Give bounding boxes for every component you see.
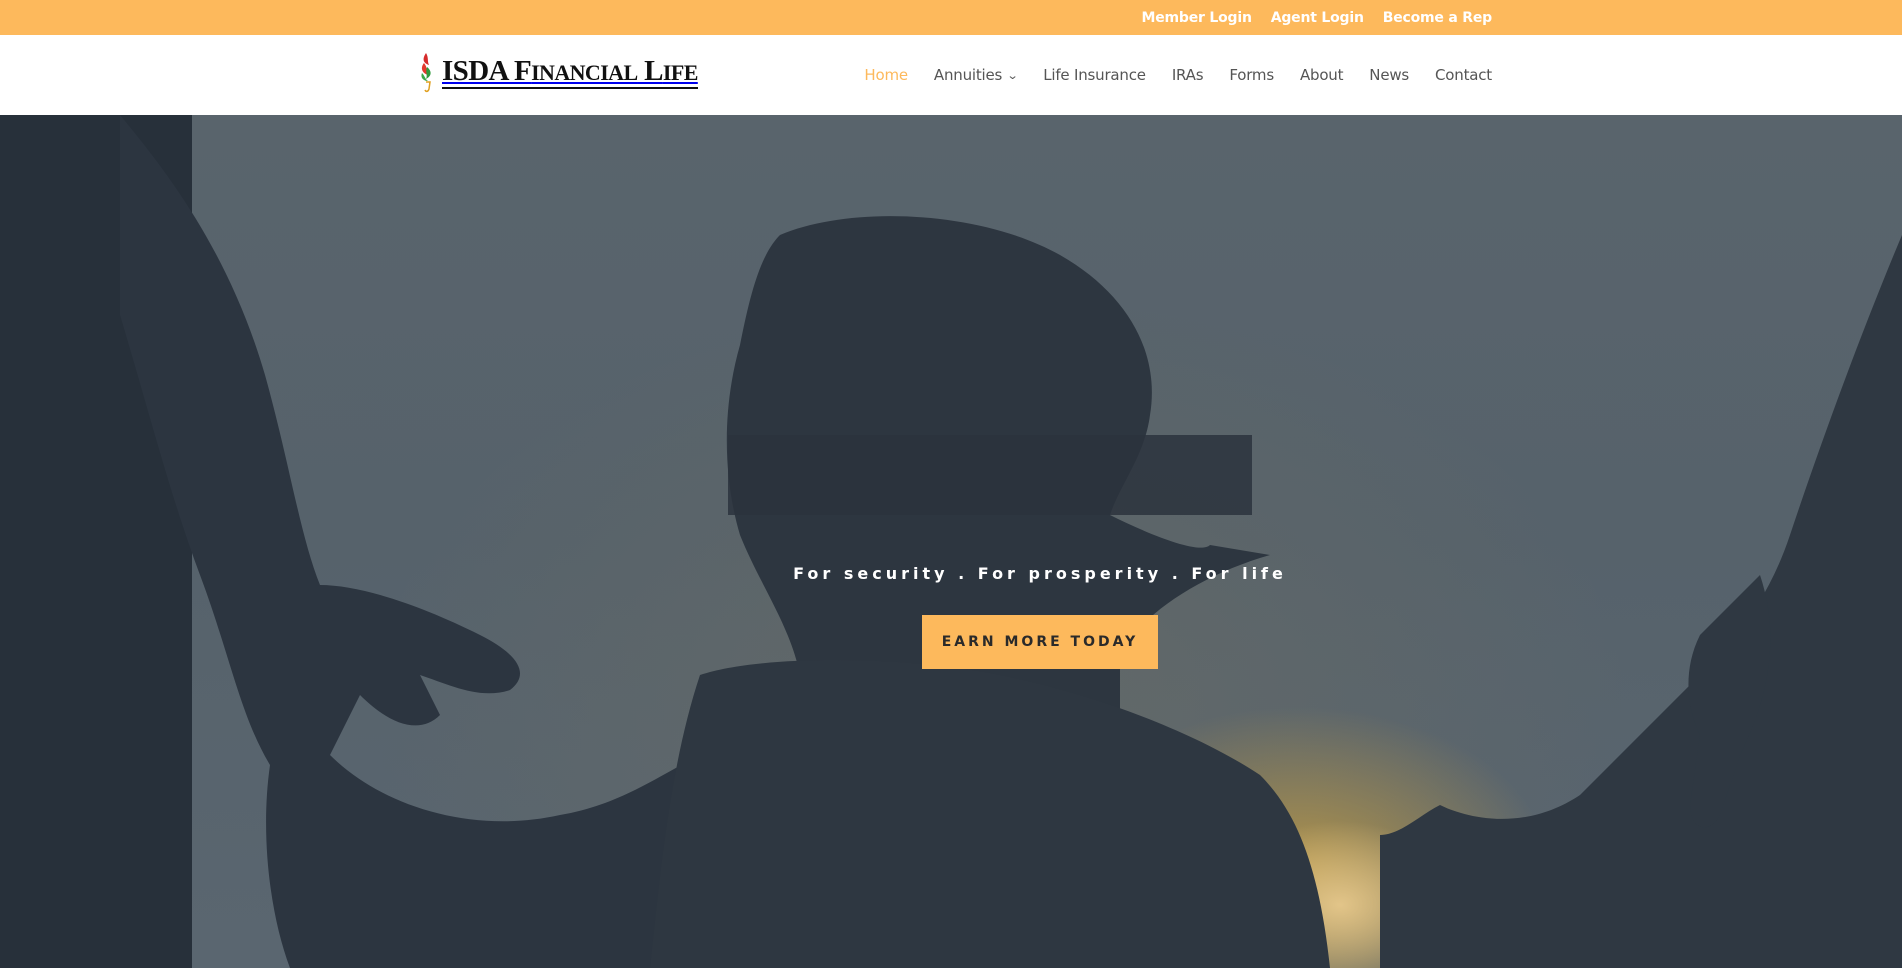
chevron-down-icon: ⌄: [1006, 68, 1019, 82]
nav-item-label: About: [1299, 66, 1344, 84]
hero-tagline: For security . For prosperity . For life: [793, 564, 1287, 583]
nav-item-annuities[interactable]: Annuities ⌄: [933, 66, 1019, 84]
nav-item-life-insurance[interactable]: Life Insurance: [1043, 66, 1146, 84]
nav-item-news[interactable]: News: [1369, 66, 1409, 84]
site-logo[interactable]: ISDA FINANCIAL LIFE: [418, 51, 698, 95]
top-utility-bar: Member Login Agent Login Become a Rep: [0, 0, 1902, 35]
nav-item-forms[interactable]: Forms: [1229, 66, 1274, 84]
nav-item-about[interactable]: About: [1299, 66, 1344, 84]
nav-item-contact[interactable]: Contact: [1435, 66, 1492, 84]
hero-background-image: [0, 115, 1902, 968]
site-header: ISDA FINANCIAL LIFE Home Annuities ⌄ Life…: [0, 35, 1902, 115]
nav-item-iras[interactable]: IRAs: [1172, 66, 1204, 84]
nav-item-label: IRAs: [1171, 66, 1204, 84]
nav-item-label: Home: [864, 66, 908, 84]
become-a-rep-link[interactable]: Become a Rep: [1383, 10, 1492, 26]
nav-item-home[interactable]: Home: [864, 66, 908, 84]
nav-item-label: Annuities: [933, 66, 1003, 84]
nav-item-label: Contact: [1435, 66, 1492, 84]
top-utility-links: Member Login Agent Login Become a Rep: [1141, 0, 1492, 35]
torch-flame-icon: [418, 51, 438, 95]
nav-item-label: News: [1369, 66, 1410, 84]
member-login-link[interactable]: Member Login: [1141, 10, 1251, 26]
logo-wordmark: ISDA FINANCIAL LIFE: [442, 55, 698, 89]
nav-item-label: Forms: [1229, 66, 1274, 84]
earn-more-today-button[interactable]: EARN MORE TODAY: [922, 615, 1158, 669]
agent-login-link[interactable]: Agent Login: [1271, 10, 1364, 26]
hero-section: For security . For prosperity . For life…: [0, 115, 1902, 968]
main-navigation: Home Annuities ⌄ Life Insurance IRAs Form…: [864, 35, 1492, 115]
nav-item-label: Life Insurance: [1043, 66, 1146, 84]
